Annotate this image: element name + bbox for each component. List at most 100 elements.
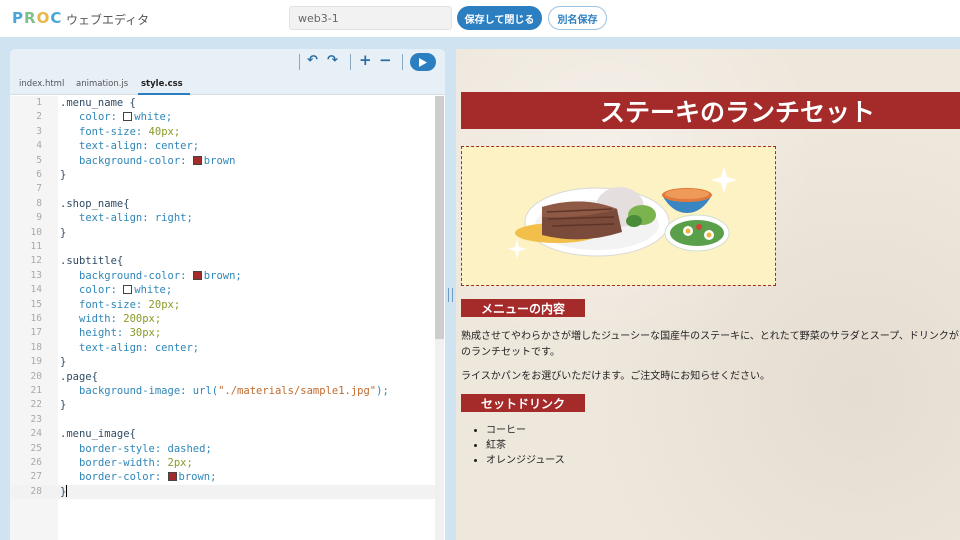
- code-text: }: [60, 169, 67, 181]
- code-line: 1 .menu_name {: [10, 96, 435, 110]
- css-value: white;: [134, 284, 173, 297]
- editor-toolbar: ↶ ↷ + −: [10, 49, 445, 75]
- tab-style-css[interactable]: style.css: [141, 79, 183, 89]
- undo-icon[interactable]: ↶: [307, 53, 318, 68]
- toolbar-separator: [350, 54, 351, 70]
- code-line: 12 .subtitle{: [10, 254, 435, 268]
- code-line: 4 text-align: center;: [10, 139, 435, 153]
- code-line: 9 text-align: right;: [10, 211, 435, 225]
- line-number: 26: [30, 457, 42, 468]
- code-line: 16 width: 200px;: [10, 312, 435, 326]
- line-number: 2: [36, 111, 42, 123]
- code-line: 25 border-style: dashed;: [10, 442, 435, 456]
- css-value: dashed;: [167, 442, 212, 455]
- line-number: 21: [30, 385, 42, 396]
- line-number: 10: [30, 226, 42, 238]
- line-number: 1: [36, 97, 42, 108]
- zoom-in-icon[interactable]: +: [359, 51, 372, 69]
- css-property: color:: [79, 284, 124, 297]
- line-number: 14: [30, 284, 42, 296]
- logo-letter-c: C: [50, 9, 63, 27]
- css-value: center;: [154, 140, 200, 153]
- code-line: 18 text-align: center;: [10, 341, 435, 355]
- css-property: border-width:: [79, 457, 168, 469]
- css-property: text-align:: [79, 212, 155, 225]
- css-property: text-align:: [79, 341, 155, 354]
- code-text: .menu_image{: [60, 428, 136, 441]
- css-value: brown: [203, 154, 236, 167]
- save-and-close-button[interactable]: 保存して閉じる: [457, 6, 542, 30]
- css-property: font-size:: [79, 125, 149, 138]
- code-editor-panel: ↶ ↷ + − index.html animation.js style.cs…: [10, 49, 445, 540]
- redo-icon[interactable]: ↷: [327, 53, 338, 68]
- filename-input[interactable]: [289, 6, 452, 30]
- line-number: 19: [30, 356, 42, 368]
- code-line: 20 .page{: [10, 370, 435, 384]
- css-value: 200px;: [123, 313, 162, 325]
- preview-drink-list: コーヒー 紅茶 オレンジジュース: [486, 423, 565, 468]
- line-number: 5: [36, 154, 42, 166]
- preview-subtitle-drink: セットドリンク: [461, 394, 585, 412]
- css-value: 2px;: [167, 457, 193, 469]
- css-value: 40px;: [148, 125, 181, 138]
- css-string: "./materials/sample1.jpg": [218, 385, 377, 397]
- css-value: right;: [154, 212, 193, 225]
- css-property: text-align:: [79, 140, 155, 153]
- preview-panel: ステーキのランチセット メニューの内容 熟成させてやわらかさが増したジューシーな: [456, 49, 960, 540]
- css-property: border-style:: [79, 442, 168, 455]
- color-swatch-brown: [192, 270, 202, 280]
- code-text-area[interactable]: 1 .menu_name { 2 color: white; 3 font-size:…: [10, 96, 435, 540]
- run-button[interactable]: [410, 53, 436, 71]
- code-line: 19}: [10, 355, 435, 369]
- code-text: }: [60, 356, 67, 369]
- color-swatch-white: [123, 285, 133, 295]
- save-as-button[interactable]: 別名保存: [548, 6, 607, 30]
- css-property: height:: [79, 327, 130, 340]
- code-line: 17 height: 30px;: [10, 326, 435, 340]
- css-value: brown;: [203, 269, 242, 282]
- line-number: 7: [36, 183, 42, 195]
- code-line-active: 28}: [10, 484, 435, 500]
- color-swatch-brown: [167, 472, 177, 482]
- editor-scrollbar-thumb[interactable]: [435, 96, 444, 339]
- code-line: 15 font-size: 20px;: [10, 298, 435, 312]
- tab-animation-js[interactable]: animation.js: [76, 79, 128, 89]
- line-number: 28: [30, 485, 42, 497]
- color-swatch-white: [123, 112, 133, 122]
- top-bar: PROC ウェブエディタ 保存して閉じる 別名保存: [0, 0, 960, 37]
- line-number: 6: [36, 169, 42, 180]
- css-function: url(: [192, 385, 219, 397]
- code-line: 26 border-width: 2px;: [10, 456, 435, 470]
- line-number: 25: [30, 442, 42, 454]
- steak-lunch-illustration: [507, 167, 737, 259]
- line-number: 9: [36, 212, 42, 224]
- preview-subtitle-menu: メニューの内容: [461, 299, 585, 317]
- line-number: 24: [30, 428, 42, 440]
- proc-logo: PROC: [12, 9, 62, 27]
- css-property: border-color:: [79, 471, 168, 484]
- code-text: .shop_name{: [60, 197, 130, 210]
- line-number: 22: [30, 399, 42, 411]
- code-line: 13 background-color: brown;: [10, 269, 435, 283]
- code-line: 14 color: white;: [10, 283, 435, 297]
- line-number: 23: [30, 413, 42, 425]
- line-number: 13: [30, 269, 42, 281]
- active-tab-indicator: [138, 93, 190, 95]
- list-item: コーヒー: [486, 423, 565, 438]
- splitter-grip-icon[interactable]: [448, 288, 453, 302]
- code-line: 27 border-color: brown;: [10, 470, 435, 484]
- app-name: ウェブエディタ: [66, 13, 150, 27]
- preview-menu-name: ステーキのランチセット: [461, 92, 960, 129]
- logo-letter-o: O: [36, 9, 51, 27]
- code-text: }: [60, 399, 67, 412]
- line-number: 3: [36, 125, 42, 137]
- code-text: .page{: [60, 370, 98, 383]
- text-cursor: [66, 484, 68, 497]
- logo-letter-p: P: [12, 9, 24, 27]
- line-number: 12: [30, 255, 42, 267]
- css-value: brown;: [178, 471, 217, 484]
- line-number: 11: [30, 241, 42, 252]
- zoom-out-icon[interactable]: −: [379, 51, 392, 69]
- line-number: 20: [30, 370, 42, 382]
- tab-index-html[interactable]: index.html: [19, 79, 64, 89]
